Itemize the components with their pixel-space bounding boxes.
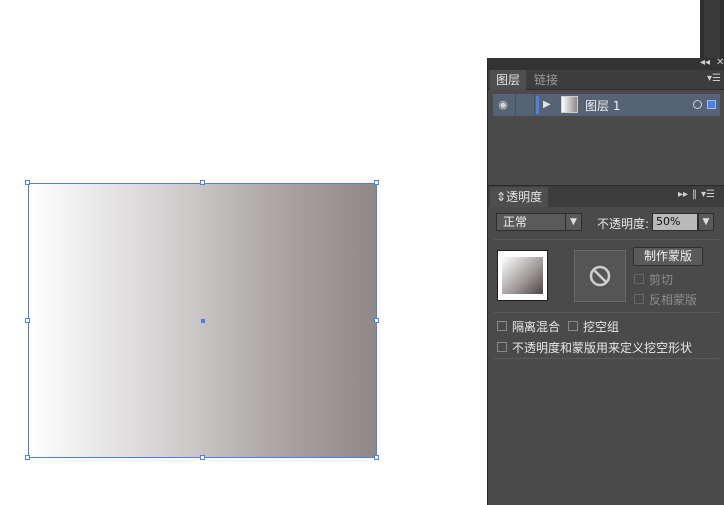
eye-icon[interactable]: ◉ — [496, 98, 510, 112]
center-point — [201, 319, 205, 323]
layer-thumbnail — [561, 96, 578, 113]
divider — [494, 312, 719, 313]
isolate-blending-checkbox[interactable] — [497, 321, 507, 331]
collapse-panel-icon[interactable]: ▸▸ — [678, 189, 688, 200]
make-mask-button[interactable]: 制作蒙版 — [633, 247, 703, 266]
isolate-blending-label: 隔离混合 — [512, 320, 561, 334]
clip-checkbox[interactable] — [634, 274, 644, 284]
artboard-canvas[interactable] — [0, 0, 486, 505]
layers-panel-menu-icon[interactable]: ▾☰ — [707, 73, 721, 84]
handle-top-left[interactable] — [25, 180, 30, 185]
invert-mask-checkbox[interactable] — [634, 294, 644, 304]
layers-list: ◉ ▶ 图层 1 — [493, 94, 720, 182]
handle-top-right[interactable] — [374, 180, 379, 185]
edge-strip-inner — [704, 0, 720, 58]
tab-links[interactable]: 链接 — [528, 70, 564, 90]
target-circle-icon[interactable] — [693, 100, 702, 109]
handle-bottom-center[interactable] — [200, 455, 205, 460]
handle-middle-right[interactable] — [374, 318, 379, 323]
knockout-group-checkbox[interactable] — [568, 321, 578, 331]
divider — [494, 239, 719, 240]
panel-grip-icon: ‖ — [692, 189, 697, 200]
selection-indicator-icon[interactable] — [707, 100, 716, 109]
handle-top-center[interactable] — [200, 180, 205, 185]
layers-panel-tabs: 图层 链接 ▾☰ — [488, 70, 724, 90]
tab-layers[interactable]: 图层 — [490, 70, 527, 90]
opacity-mask-knockout-label: 不透明度和蒙版用来定义挖空形状 — [512, 341, 693, 355]
opacity-mask-knockout-checkbox[interactable] — [497, 342, 507, 352]
mask-slot[interactable] — [574, 250, 626, 302]
chevron-down-icon: ▼ — [565, 214, 581, 230]
divider — [494, 358, 719, 359]
knockout-group-label: 挖空组 — [583, 320, 620, 334]
layer-name[interactable]: 图层 1 — [585, 97, 620, 114]
tab-transparency[interactable]: ⇕透明度 — [490, 187, 549, 207]
updown-arrows-icon: ⇕ — [496, 190, 507, 204]
artwork-thumbnail-image — [502, 257, 543, 294]
handle-bottom-right[interactable] — [374, 455, 379, 460]
collapse-icon[interactable]: ◂◂ — [700, 57, 710, 68]
handle-bottom-left[interactable] — [25, 455, 30, 460]
no-symbol-icon — [589, 265, 611, 287]
blend-mode-select[interactable]: 正常 ▼ — [496, 213, 582, 231]
invert-mask-label: 反相蒙版 — [649, 293, 698, 307]
panel-dock: ◂◂ ✕ 图层 链接 ▾☰ ◉ ▶ 图层 1 ⇕透明度 ▸▸ ‖ ▾☰ 正常 ▼… — [487, 57, 724, 505]
handle-middle-left[interactable] — [25, 318, 30, 323]
lock-toggle[interactable] — [515, 94, 535, 116]
layer-row[interactable]: ◉ ▶ 图层 1 — [493, 94, 720, 116]
opacity-input[interactable]: 50% — [652, 213, 698, 231]
artwork-thumbnail[interactable] — [497, 250, 548, 301]
close-icon[interactable]: ✕ — [716, 57, 724, 68]
transparency-panel-menu-icon[interactable]: ▾☰ — [701, 189, 715, 200]
layer-color-bar — [536, 96, 539, 114]
opacity-label: 不透明度: — [597, 217, 650, 231]
transparency-panel-header: ⇕透明度 ▸▸ ‖ ▾☰ — [488, 185, 724, 207]
opacity-dropdown-button[interactable]: ▼ — [698, 213, 714, 231]
expand-arrow-icon[interactable]: ▶ — [543, 98, 551, 112]
dock-title-bar[interactable]: ◂◂ ✕ — [488, 57, 724, 70]
clip-label: 剪切 — [649, 273, 674, 287]
